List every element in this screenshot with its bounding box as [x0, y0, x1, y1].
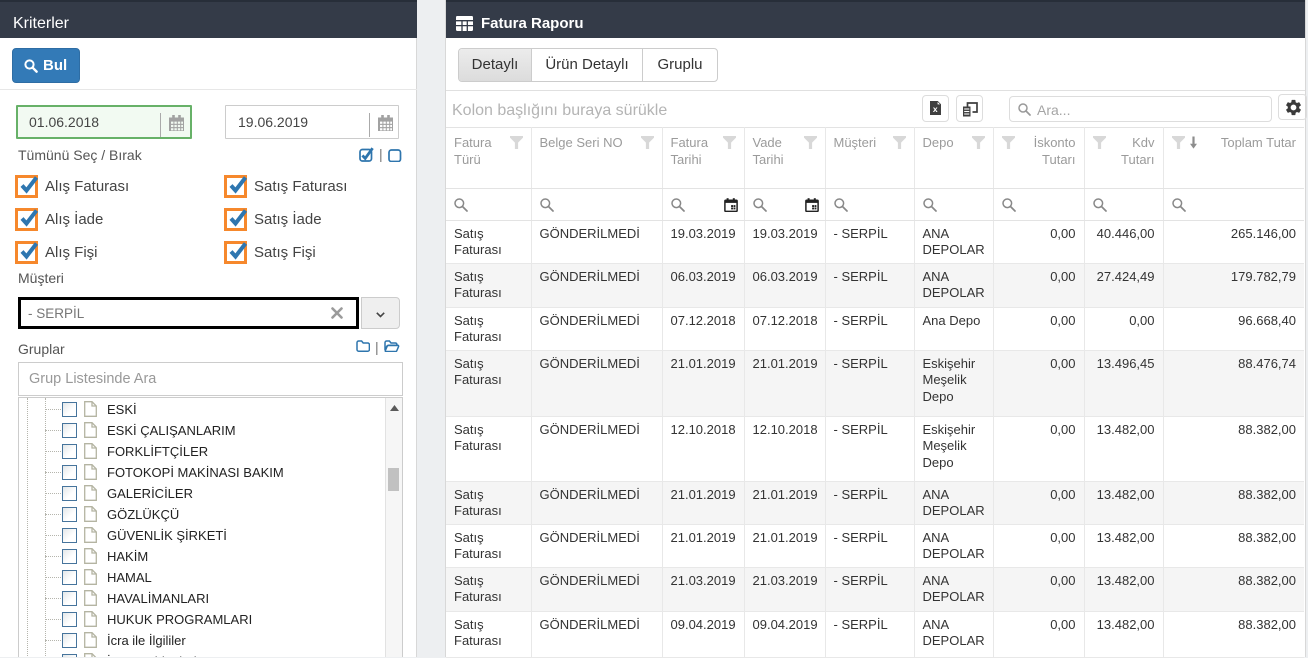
svg-text:x: x: [933, 104, 938, 114]
